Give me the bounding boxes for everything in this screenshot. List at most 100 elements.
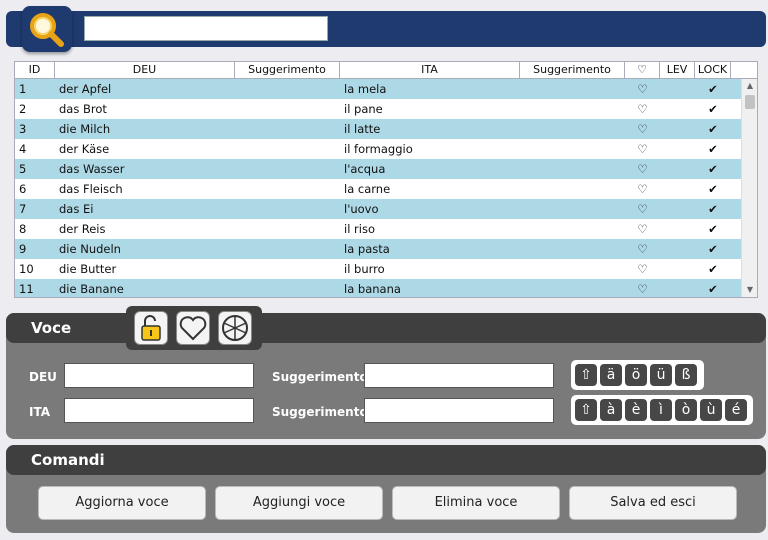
cell-level: [660, 199, 695, 219]
cell-favorite: ♡: [637, 122, 648, 136]
table-row[interactable]: 5 das Wasser l'acqua ♡ ✔: [15, 159, 757, 179]
add-entry-button[interactable]: Aggiungi voce: [215, 486, 383, 520]
cell-ita-hint: [520, 119, 625, 139]
table-row[interactable]: 11 die Banane la banana ♡ ✔: [15, 279, 757, 297]
cell-ita-hint: [520, 219, 625, 239]
cell-lock: ✔: [708, 162, 718, 176]
table-row[interactable]: 1 der Apfel la mela ♡ ✔: [15, 79, 757, 99]
col-header-heart[interactable]: ♡: [625, 62, 660, 78]
cell-ita: l'uovo: [344, 202, 379, 216]
ita-char-button[interactable]: ù: [700, 399, 722, 421]
cell-favorite: ♡: [637, 182, 648, 196]
cell-deu: die Banane: [59, 282, 124, 296]
table-row[interactable]: 8 der Reis il riso ♡ ✔: [15, 219, 757, 239]
ita-char-button[interactable]: é: [725, 399, 747, 421]
ita-char-button[interactable]: ⇧: [575, 399, 597, 421]
cell-level: [660, 139, 695, 159]
col-header-sug2[interactable]: Suggerimento: [520, 62, 625, 78]
cell-id: 8: [19, 222, 27, 236]
search-icon: [30, 13, 64, 47]
col-header-lock[interactable]: LOCK: [695, 62, 731, 78]
cell-deu-hint: [235, 139, 340, 159]
cell-favorite: ♡: [637, 102, 648, 116]
comandi-title: Comandi: [6, 445, 766, 475]
heart-icon: [179, 316, 207, 341]
search-button[interactable]: [22, 6, 72, 52]
cell-ita-hint: [520, 239, 625, 259]
scroll-thumb[interactable]: [745, 95, 755, 109]
cell-id: 5: [19, 162, 27, 176]
table-row[interactable]: 2 das Brot il pane ♡ ✔: [15, 99, 757, 119]
cell-lock: ✔: [708, 202, 718, 216]
cell-favorite: ♡: [637, 162, 648, 176]
table-row[interactable]: 9 die Nudeln la pasta ♡ ✔: [15, 239, 757, 259]
col-header-id[interactable]: ID: [15, 62, 55, 78]
cell-id: 10: [19, 262, 34, 276]
col-header-sug1[interactable]: Suggerimento: [235, 62, 340, 78]
deu-char-button[interactable]: ü: [650, 364, 672, 386]
deu-field[interactable]: [64, 363, 254, 388]
cell-deu: der Apfel: [59, 82, 112, 96]
cell-level: [660, 219, 695, 239]
deu-char-button[interactable]: ⇧: [575, 364, 597, 386]
cell-deu: das Ei: [59, 202, 94, 216]
scroll-up-icon[interactable]: ▲: [742, 79, 757, 93]
cell-ita: il latte: [344, 122, 381, 136]
ita-special-chars: ⇧ à è ì ò ù é: [571, 395, 753, 425]
wheel-button[interactable]: [218, 311, 252, 345]
cell-favorite: ♡: [637, 82, 648, 96]
deu-char-button[interactable]: ö: [625, 364, 647, 386]
deu-char-button[interactable]: ä: [600, 364, 622, 386]
update-entry-button[interactable]: Aggiorna voce: [38, 486, 206, 520]
lock-toggle-button[interactable]: [134, 311, 168, 345]
cell-favorite: ♡: [637, 202, 648, 216]
save-exit-button[interactable]: Salva ed esci: [569, 486, 737, 520]
cell-ita: il burro: [344, 262, 385, 276]
cell-deu-hint: [235, 279, 340, 297]
cell-ita-hint: [520, 179, 625, 199]
ita-hint-label: Suggerimento: [272, 405, 368, 419]
cell-id: 6: [19, 182, 27, 196]
search-input[interactable]: [84, 16, 328, 41]
cell-ita-hint: [520, 99, 625, 119]
cell-deu-hint: [235, 239, 340, 259]
cell-favorite: ♡: [637, 242, 648, 256]
favorite-button[interactable]: [176, 311, 210, 345]
ita-field[interactable]: [64, 398, 254, 423]
cell-deu: das Wasser: [59, 162, 125, 176]
scroll-down-icon[interactable]: ▼: [742, 283, 757, 297]
ita-char-button[interactable]: ò: [675, 399, 697, 421]
table-row[interactable]: 3 die Milch il latte ♡ ✔: [15, 119, 757, 139]
table-row[interactable]: 7 das Ei l'uovo ♡ ✔: [15, 199, 757, 219]
table-row[interactable]: 10 die Butter il burro ♡ ✔: [15, 259, 757, 279]
deu-char-button[interactable]: ß: [675, 364, 697, 386]
ita-hint-field[interactable]: [364, 398, 554, 423]
cell-deu: der Reis: [59, 222, 106, 236]
deu-hint-field[interactable]: [364, 363, 554, 388]
col-header-lev[interactable]: LEV: [660, 62, 695, 78]
cell-ita: l'acqua: [344, 162, 386, 176]
cell-ita: il formaggio: [344, 142, 413, 156]
cell-id: 7: [19, 202, 27, 216]
ita-char-button[interactable]: è: [625, 399, 647, 421]
ita-char-button[interactable]: ì: [650, 399, 672, 421]
ita-char-button[interactable]: à: [600, 399, 622, 421]
cell-deu-hint: [235, 219, 340, 239]
table-row[interactable]: 6 das Fleisch la carne ♡ ✔: [15, 179, 757, 199]
voce-icon-tray: [126, 306, 262, 350]
table-row[interactable]: 4 der Käse il formaggio ♡ ✔: [15, 139, 757, 159]
cell-id: 3: [19, 122, 27, 136]
table-scrollbar[interactable]: ▲ ▼: [741, 79, 757, 297]
cell-level: [660, 259, 695, 279]
cell-deu: die Milch: [59, 122, 111, 136]
table-header: ID DEU Suggerimento ITA Suggerimento ♡ L…: [15, 62, 757, 79]
col-header-deu[interactable]: DEU: [55, 62, 235, 78]
cell-ita: il riso: [344, 222, 375, 236]
cell-deu-hint: [235, 79, 340, 99]
delete-entry-button[interactable]: Elimina voce: [392, 486, 560, 520]
cell-ita-hint: [520, 159, 625, 179]
cell-id: 4: [19, 142, 27, 156]
col-header-ita[interactable]: ITA: [340, 62, 520, 78]
cell-deu-hint: [235, 259, 340, 279]
cell-id: 1: [19, 82, 27, 96]
